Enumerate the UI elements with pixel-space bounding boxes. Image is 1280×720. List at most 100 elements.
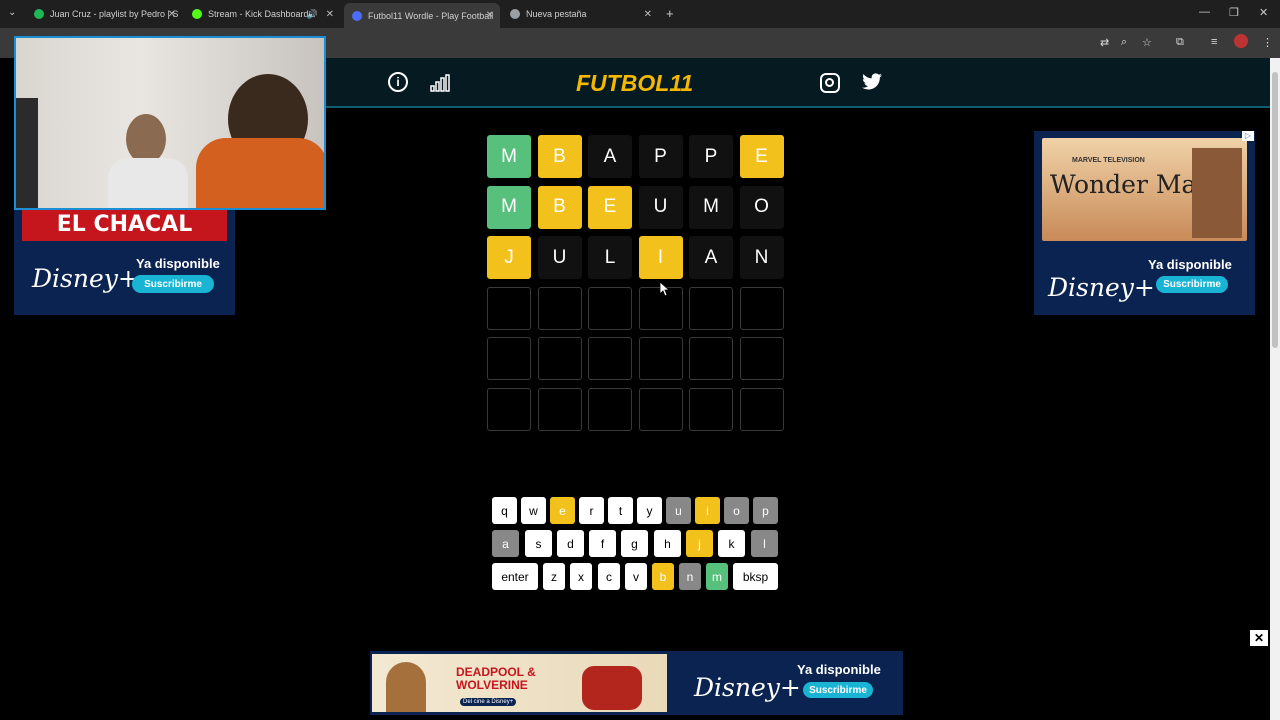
key-e[interactable]: e [550,497,575,524]
browser-tab-bar: ⌄ Juan Cruz - playlist by Pedro | S ✕ St… [0,0,1280,28]
tab-label: Futbol11 Wordle - Play Football [368,10,494,21]
grid-cell: E [588,185,632,229]
grid-cell [537,337,582,380]
key-t[interactable]: t [608,497,633,524]
grid-cell [487,337,531,380]
grid-cell: U [638,185,683,229]
subscribe-button[interactable]: Suscribirme [803,682,873,698]
tab-kick[interactable]: Stream - Kick Dashboard 🔊 ✕ [184,4,340,24]
page-scrollbar[interactable] [1270,58,1280,720]
bottom-ad-image: DEADPOOL & WOLVERINE Del cine a Disney+ [372,654,667,712]
grid-cell: P [689,135,733,178]
key-v[interactable]: v [625,563,647,590]
tab-label: Nueva pestaña [526,9,587,19]
key-a[interactable]: a [492,530,519,557]
tab-search-icon[interactable]: ⌄ [8,7,16,18]
left-ad-banner: EL CHACAL [22,208,227,241]
grid-cell: O [739,185,784,229]
translate-icon[interactable]: ⇄ [1100,36,1109,49]
info-icon[interactable]: i [388,72,408,92]
right-ad[interactable]: MARVEL TELEVISION Wonder Man Disney+ Ya … [1034,131,1255,315]
speaker-icon[interactable]: 🔊 [307,9,318,20]
key-u[interactable]: u [666,497,691,524]
grid-cell: M [689,185,733,229]
left-ad[interactable]: EL CHACAL Disney+ Ya disponible Suscribi… [14,208,235,315]
media-icon[interactable]: ≡ [1211,36,1217,48]
key-s[interactable]: s [525,530,552,557]
key-bksp[interactable]: bksp [733,563,778,590]
key-q[interactable]: q [492,497,517,524]
grid-cell: A [689,236,733,279]
key-c[interactable]: c [598,563,620,590]
minimize-button[interactable]: — [1199,6,1210,18]
ad-close-button[interactable]: ✕ [1250,630,1268,646]
profile-icon[interactable] [1234,34,1248,48]
key-x[interactable]: x [570,563,592,590]
disney-logo: Disney+ [1048,273,1155,302]
grid-cell [537,286,582,330]
tab-new[interactable]: Nueva pestaña ✕ [502,4,658,24]
key-h[interactable]: h [654,530,681,557]
grid-cell: N [739,236,784,279]
ad-choices-icon[interactable]: ▷ [1242,131,1254,141]
key-o[interactable]: o [724,497,749,524]
key-d[interactable]: d [557,530,584,557]
grid-cell: J [487,236,531,279]
tab-label: Juan Cruz - playlist by Pedro | S [50,9,179,19]
key-w[interactable]: w [521,497,546,524]
zoom-icon[interactable]: ⌕ [1121,36,1127,49]
subscribe-button[interactable]: Suscribirme [132,275,214,293]
key-i[interactable]: i [695,497,720,524]
grid-cell: P [638,135,683,178]
key-enter[interactable]: enter [492,563,538,590]
mouse-cursor-icon [659,281,671,301]
close-window-button[interactable]: ✕ [1259,6,1268,19]
kick-icon [192,9,202,19]
bottom-ad[interactable]: DEADPOOL & WOLVERINE Del cine a Disney+ … [370,651,903,715]
key-f[interactable]: f [589,530,616,557]
futbol11-icon [352,10,362,21]
key-j[interactable]: j [686,530,713,557]
maximize-button[interactable]: ❐ [1229,6,1239,19]
close-icon[interactable]: ✕ [486,10,494,21]
grid-cell [638,387,683,431]
key-z[interactable]: z [543,563,565,590]
key-n[interactable]: n [679,563,701,590]
grid-cell [689,286,733,330]
available-text: Ya disponible [797,662,881,677]
tab-spotify[interactable]: Juan Cruz - playlist by Pedro | S ✕ [26,4,182,24]
grid-cell [537,387,582,431]
grid-cell [689,387,733,431]
key-k[interactable]: k [718,530,745,557]
subscribe-button[interactable]: Suscribirme [1156,276,1228,293]
menu-icon[interactable]: ⋮ [1262,36,1273,49]
available-text: Ya disponible [1148,257,1232,272]
stats-icon[interactable] [430,74,450,92]
key-r[interactable]: r [579,497,604,524]
key-b[interactable]: b [652,563,674,590]
close-icon[interactable]: ✕ [168,9,176,20]
twitter-icon[interactable] [861,73,883,91]
tab-futbol11[interactable]: Futbol11 Wordle - Play Football ✕ [344,3,500,28]
right-ad-image: MARVEL TELEVISION Wonder Man [1042,138,1247,241]
star-icon[interactable]: ☆ [1142,36,1152,49]
close-icon[interactable]: ✕ [326,9,334,20]
key-g[interactable]: g [621,530,648,557]
key-m[interactable]: m [706,563,728,590]
grid-cell [487,387,531,431]
new-tab-button[interactable]: + [666,6,674,21]
key-l[interactable]: l [751,530,778,557]
grid-cell: E [739,135,784,178]
site-logo[interactable]: FUTBOL11 [576,70,693,97]
grid-cell [739,387,784,431]
extensions-icon[interactable]: ⧉ [1176,36,1184,49]
right-ad-title: Wonder Man [1050,170,1213,199]
key-p[interactable]: p [753,497,778,524]
disney-logo: Disney+ [694,673,801,702]
site-header [326,58,1270,108]
instagram-icon[interactable] [820,73,840,93]
scrollbar-thumb[interactable] [1272,72,1278,348]
close-icon[interactable]: ✕ [644,9,652,20]
key-y[interactable]: y [637,497,662,524]
grid-cell [739,286,784,330]
